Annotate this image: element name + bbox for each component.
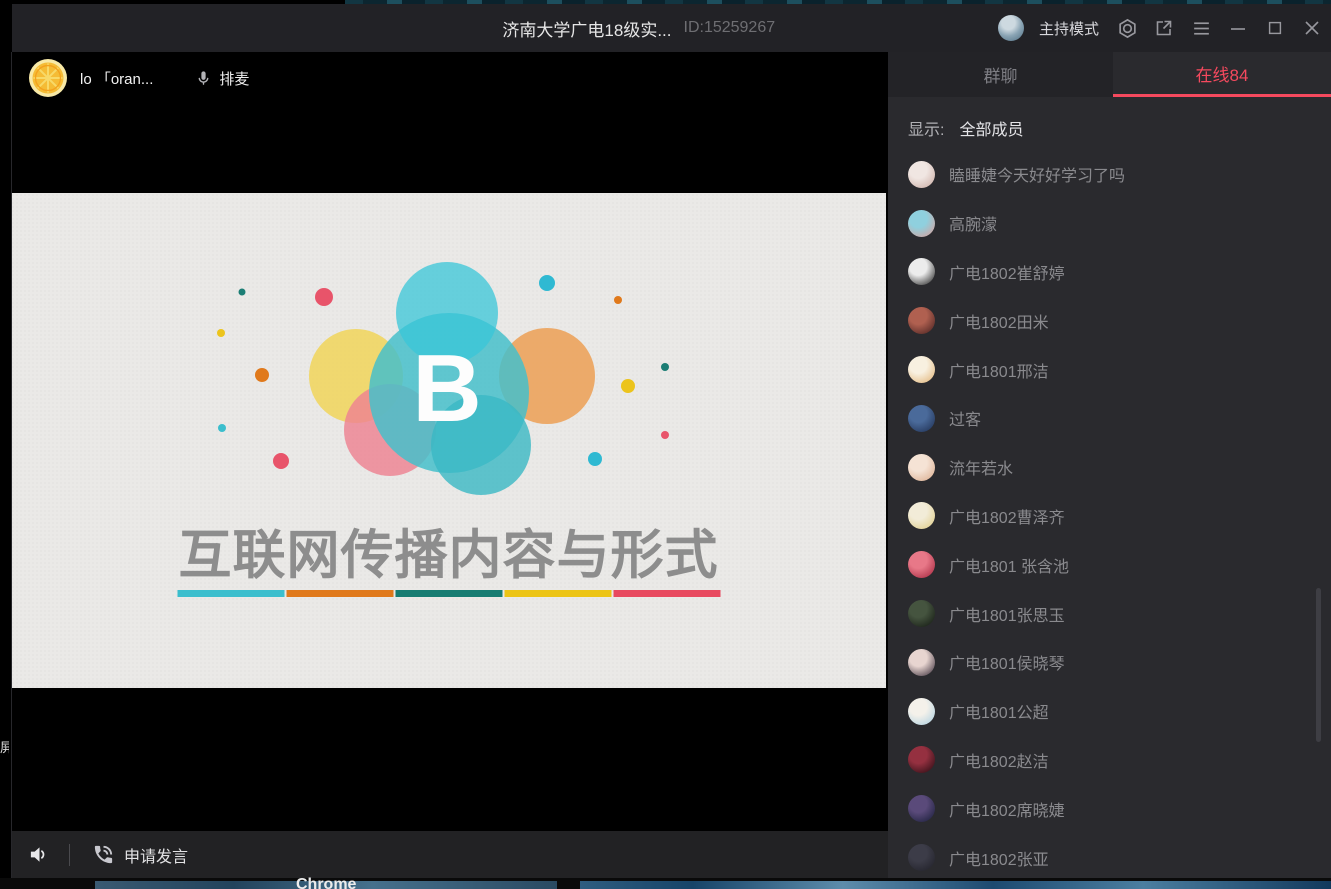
slide-letter: B (412, 335, 481, 442)
member-row[interactable]: 过客 (888, 394, 1331, 443)
menu-icon[interactable] (1190, 17, 1212, 39)
member-name: 流年若水 (949, 455, 1013, 479)
member-row[interactable]: 广电1802田米 (888, 296, 1331, 345)
room-id: ID:15259267 (683, 19, 775, 37)
member-name: 过客 (949, 406, 981, 430)
slide-underline-segment (395, 590, 502, 597)
settings-icon[interactable] (1116, 17, 1138, 39)
slide-underline-segment (286, 590, 393, 597)
bottom-toolbar: 申请发言 (12, 831, 888, 878)
member-row[interactable]: 广电1802崔舒婷 (888, 248, 1331, 297)
member-name: 广电1802张亚 (949, 846, 1049, 870)
titlebar-center: 济南大学广电18级实... ID:15259267 (502, 4, 775, 52)
presentation-slide: B 互联网传播内容与形式 (11, 193, 886, 688)
popout-icon[interactable] (1153, 17, 1175, 39)
member-name: 广电1802田米 (949, 309, 1049, 333)
member-name: 广电1802席晓婕 (949, 797, 1065, 821)
member-name: 广电1802曹泽齐 (949, 504, 1065, 528)
filter-value-dropdown[interactable]: 全部成员 (959, 116, 1023, 140)
member-row[interactable]: 广电1802曹泽齐 (888, 492, 1331, 541)
member-filter: 显示: 全部成员 (908, 116, 1023, 140)
member-avatar (908, 356, 935, 383)
slide-underline-segment (504, 590, 611, 597)
member-row[interactable]: 广电1802张亚 (888, 833, 1331, 882)
member-list: 瞌睡婕今天好好学习了吗 高腕濛 广电1802崔舒婷 广电1802田米 广电180… (888, 150, 1331, 882)
member-name: 瞌睡婕今天好好学习了吗 (949, 162, 1125, 186)
member-avatar (908, 405, 935, 432)
member-row[interactable]: 广电1801张思玉 (888, 589, 1331, 638)
member-row[interactable]: 流年若水 (888, 443, 1331, 492)
slide-underline-segment (177, 590, 284, 597)
member-row[interactable]: 广电1802赵洁 (888, 736, 1331, 785)
member-name: 广电1801侯晓琴 (949, 650, 1065, 674)
tab-group-chat[interactable]: 群聊 (888, 52, 1113, 97)
streamer-info: lo 「oran... 排麦 (28, 58, 249, 98)
member-name: 高腕濛 (949, 211, 997, 235)
request-speak-label[interactable]: 申请发言 (124, 843, 188, 867)
member-name: 广电1801张思玉 (949, 602, 1065, 626)
member-name: 广电1802崔舒婷 (949, 260, 1065, 284)
host-mode-label[interactable]: 主持模式 (1039, 18, 1099, 39)
request-speak-icon[interactable] (92, 843, 115, 866)
member-row[interactable]: 广电1801 张含池 (888, 540, 1331, 589)
minimize-icon[interactable] (1227, 17, 1249, 39)
member-avatar (908, 698, 935, 725)
member-avatar (908, 258, 935, 285)
streamer-name: lo 「oran... (80, 68, 153, 89)
tab-online-members[interactable]: 在线84 (1113, 52, 1331, 97)
member-row[interactable]: 瞌睡婕今天好好学习了吗 (888, 150, 1331, 199)
member-name: 广电1801 张含池 (949, 553, 1069, 577)
member-avatar (908, 844, 935, 871)
member-name: 广电1802赵洁 (949, 748, 1049, 772)
sidebar: 群聊 在线84 显示: 全部成员 瞌睡婕今天好好学习了吗 高腕濛 广电1802崔… (888, 52, 1331, 878)
member-row[interactable]: 广电1802席晓婕 (888, 784, 1331, 833)
mic-queue-label: 排麦 (219, 68, 249, 89)
sidebar-tabs: 群聊 在线84 (888, 52, 1331, 97)
speaker-icon[interactable] (28, 843, 51, 866)
member-avatar (908, 746, 935, 773)
member-avatar (908, 454, 935, 481)
close-icon[interactable] (1301, 17, 1323, 39)
member-row[interactable]: 广电1801公超 (888, 687, 1331, 736)
user-avatar[interactable] (998, 15, 1024, 41)
slide-underline (177, 590, 720, 597)
member-row[interactable]: 广电1801邢洁 (888, 345, 1331, 394)
member-avatar (908, 600, 935, 627)
member-avatar (908, 210, 935, 237)
titlebar-controls: 主持模式 (998, 4, 1323, 52)
slide-underline-segment (613, 590, 720, 597)
mic-queue-button[interactable]: 排麦 (195, 68, 249, 89)
member-avatar (908, 502, 935, 529)
window-title: 济南大学广电18级实... (502, 16, 671, 41)
member-list-scrollbar[interactable] (1316, 588, 1321, 742)
slide-title: 互联网传播内容与形式 (11, 513, 886, 589)
background-window-text: Chrome (296, 876, 356, 889)
background-window-edge-text: 屏 (0, 737, 9, 757)
member-avatar (908, 307, 935, 334)
member-avatar (908, 161, 935, 188)
titlebar: 济南大学广电18级实... ID:15259267 主持模式 (12, 4, 1331, 52)
wallpaper-fragment (580, 881, 1331, 889)
window-left-edge (11, 52, 12, 878)
member-avatar (908, 551, 935, 578)
maximize-icon[interactable] (1264, 17, 1286, 39)
member-name: 广电1801邢洁 (949, 358, 1049, 382)
orange-avatar (28, 58, 68, 98)
member-avatar (908, 649, 935, 676)
member-name: 广电1801公超 (949, 699, 1049, 723)
member-row[interactable]: 高腕濛 (888, 199, 1331, 248)
microphone-icon (195, 70, 212, 87)
video-stage: lo 「oran... 排麦 B (12, 52, 888, 831)
desktop-strip (0, 878, 1331, 889)
slide-artwork: B (11, 193, 886, 688)
member-avatar (908, 795, 935, 822)
filter-label: 显示: (908, 116, 944, 140)
toolbar-divider (69, 844, 70, 866)
member-row[interactable]: 广电1801侯晓琴 (888, 638, 1331, 687)
